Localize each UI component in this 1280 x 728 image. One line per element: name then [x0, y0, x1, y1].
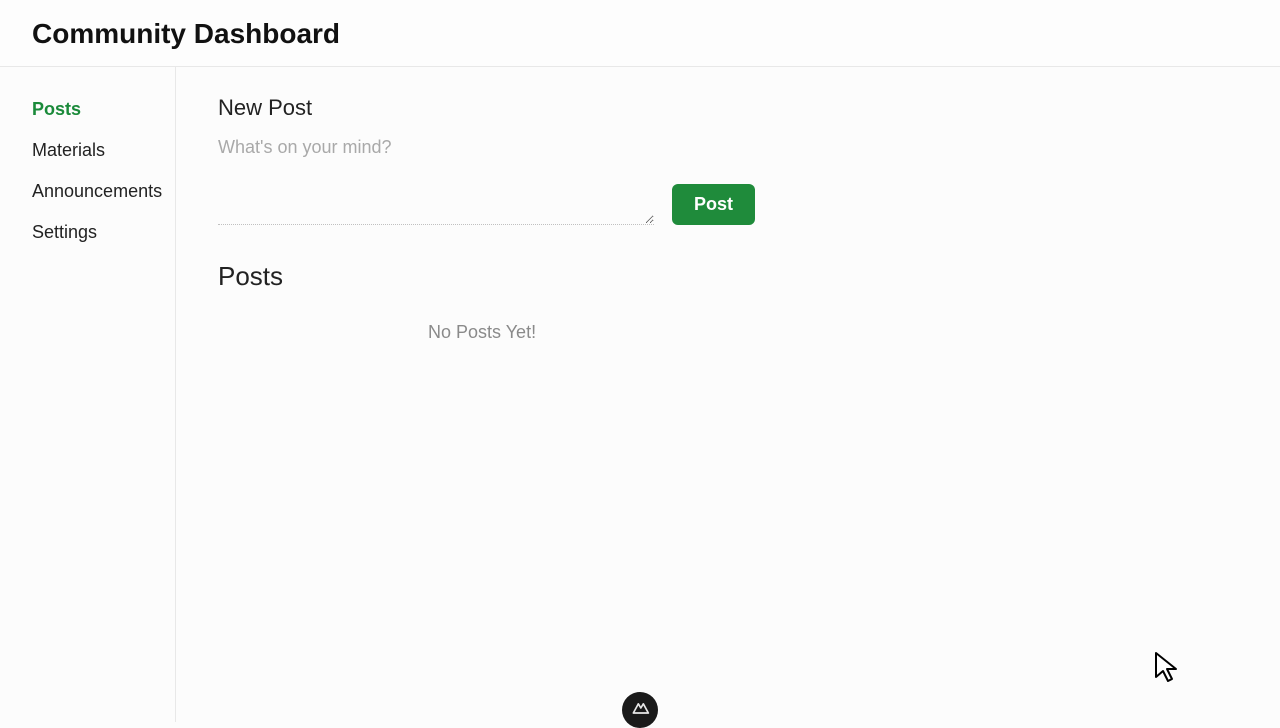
nuxt-devtools-badge[interactable] — [622, 692, 658, 728]
new-post-form: Post — [218, 135, 1238, 225]
sidebar-item-settings[interactable]: Settings — [32, 222, 175, 243]
post-button[interactable]: Post — [672, 184, 755, 225]
sidebar-item-posts[interactable]: Posts — [32, 99, 175, 120]
new-post-heading: New Post — [218, 95, 1238, 121]
layout: Posts Materials Announcements Settings N… — [0, 67, 1280, 722]
page-title: Community Dashboard — [32, 18, 1248, 50]
sidebar-item-announcements[interactable]: Announcements — [32, 181, 175, 202]
main-content: New Post Post Posts No Posts Yet! — [176, 67, 1280, 722]
sidebar: Posts Materials Announcements Settings — [0, 67, 176, 722]
posts-heading: Posts — [218, 261, 1238, 292]
sidebar-item-materials[interactable]: Materials — [32, 140, 175, 161]
nuxt-icon — [630, 698, 650, 723]
new-post-input[interactable] — [218, 135, 654, 225]
header: Community Dashboard — [0, 0, 1280, 67]
posts-empty-state: No Posts Yet! — [428, 322, 1238, 343]
